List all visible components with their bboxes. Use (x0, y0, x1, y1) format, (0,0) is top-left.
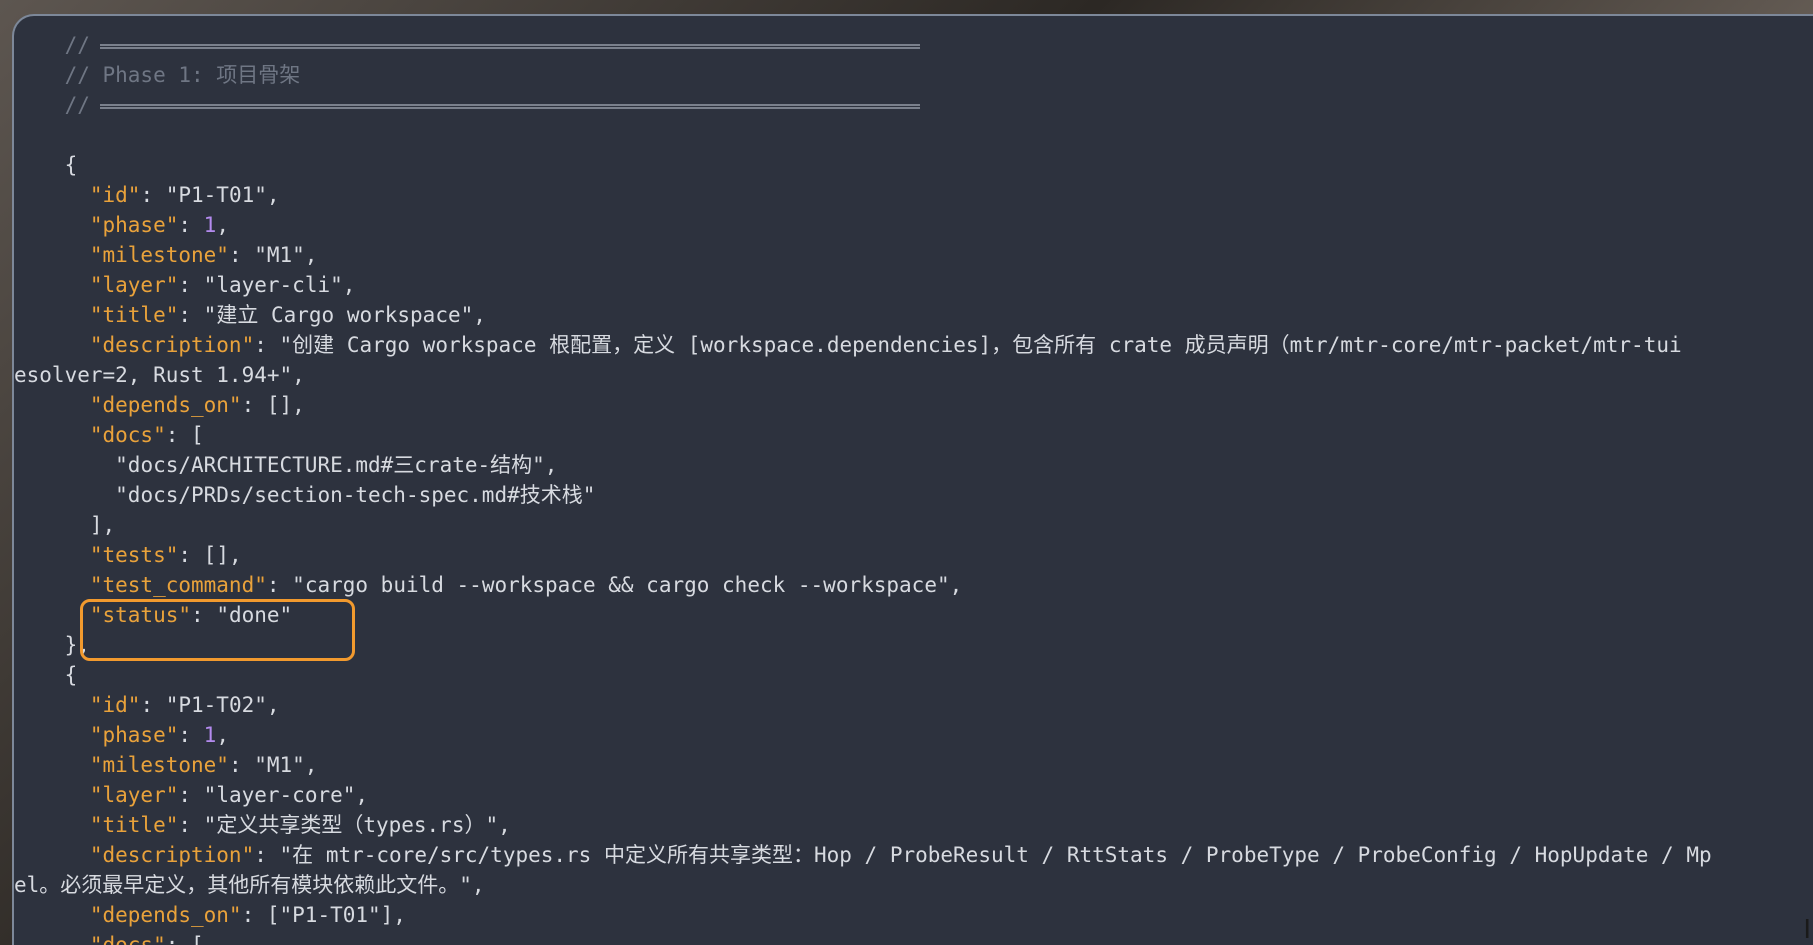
text-cursor-icon: I (1803, 915, 1811, 945)
json-value: "定义共享类型（types.rs）", (203, 813, 511, 837)
code-line: "description": "创建 Cargo workspace 根配置，定… (89, 333, 1682, 357)
code-line: "tests": [], (89, 543, 242, 567)
code-line: ], (14, 510, 1813, 540)
comment-prefix: // (64, 93, 90, 117)
code-line: // Phase 1: 项目骨架 (14, 60, 1813, 90)
code-line: "test_command": "cargo build --workspace… (89, 573, 963, 597)
json-key: "phase" (89, 213, 179, 237)
json-value: "P1-T02", (165, 693, 280, 717)
open-brace: { (64, 663, 78, 687)
code-line: "milestone": "M1", (89, 243, 318, 267)
json-key: "docs" (89, 423, 166, 447)
json-array-close: ], (89, 513, 116, 537)
json-value: [], (266, 393, 305, 417)
terminal-window[interactable]: // // Phase 1: 项目骨架 // { "id": "P1-T01",… (12, 14, 1813, 945)
code-line: "layer": "layer-core", (89, 783, 369, 807)
json-array-open: [ (191, 933, 204, 945)
code-line: "phase": 1, (89, 723, 229, 747)
code-line: esolver=2, Rust 1.94+", (14, 360, 1813, 390)
code-line: "docs/PRDs/section-tech-spec.md#技术栈" (14, 480, 1813, 510)
json-key: "tests" (89, 543, 179, 567)
code-line: "depends_on": ["P1-T01"], (89, 903, 406, 927)
comment-prefix: // (64, 33, 90, 57)
json-key: "id" (89, 183, 141, 207)
json-value: "P1-T01", (165, 183, 280, 207)
code-line: { (14, 660, 1813, 690)
code-line: "docs": [ (89, 423, 204, 447)
json-key: "depends_on" (89, 903, 242, 927)
code-line: "title": "建立 Cargo workspace", (89, 303, 486, 327)
json-value: "layer-core", (203, 783, 369, 807)
code-line: "phase": 1, (89, 213, 229, 237)
json-value: "在 mtr-core/src/types.rs 中定义所有共享类型：Hop /… (279, 843, 1712, 867)
json-value: "创建 Cargo workspace 根配置，定义 [workspace.de… (279, 333, 1682, 357)
json-value-wrap: esolver=2, Rust 1.94+", (14, 363, 305, 387)
comment-rule (99, 103, 920, 109)
code-editor[interactable]: // // Phase 1: 项目骨架 // { "id": "P1-T01",… (14, 30, 1813, 945)
json-number: 1 (203, 213, 217, 237)
json-key: "layer" (89, 273, 179, 297)
open-brace: { (64, 153, 78, 177)
status-highlight-annotation (80, 599, 355, 661)
json-key: "id" (89, 693, 141, 717)
json-value: "建立 Cargo workspace", (203, 303, 486, 327)
json-key: "milestone" (89, 753, 229, 777)
json-array-open: [ (191, 423, 204, 447)
code-line: "milestone": "M1", (89, 753, 318, 777)
json-value: "layer-cli", (203, 273, 356, 297)
json-value: "M1", (254, 243, 318, 267)
code-line: "depends_on": [], (89, 393, 305, 417)
code-line: // (14, 30, 1813, 60)
json-array-item: "docs/PRDs/section-tech-spec.md#技术栈" (115, 483, 596, 507)
code-line: { (14, 150, 1813, 180)
json-array-item: "docs/ARCHITECTURE.md#三crate-结构", (115, 453, 558, 477)
json-key: "layer" (89, 783, 179, 807)
json-value: "cargo build --workspace && cargo check … (292, 573, 963, 597)
code-line: "docs": [ (14, 930, 1813, 945)
code-line: "id": "P1-T02", (89, 693, 280, 717)
json-key: "phase" (89, 723, 179, 747)
json-value: [], (203, 543, 242, 567)
code-line: "docs/ARCHITECTURE.md#三crate-结构", (14, 450, 1813, 480)
json-value: ["P1-T01"], (266, 903, 406, 927)
json-key: "depends_on" (89, 393, 242, 417)
phase-comment: // Phase 1: 项目骨架 (64, 63, 301, 87)
comment-rule (99, 43, 920, 49)
code-line: "id": "P1-T01", (89, 183, 280, 207)
json-value: "M1", (254, 753, 318, 777)
json-key: "test_command" (89, 573, 267, 597)
json-key: "description" (89, 843, 255, 867)
json-key: "title" (89, 813, 179, 837)
json-key: "title" (89, 303, 179, 327)
code-line: "layer": "layer-cli", (89, 273, 356, 297)
code-line: // (14, 90, 1813, 120)
code-line: "description": "在 mtr-core/src/types.rs … (89, 843, 1712, 867)
json-key: "milestone" (89, 243, 229, 267)
json-key: "docs" (89, 933, 166, 945)
json-key: "description" (89, 333, 255, 357)
json-number: 1 (203, 723, 217, 747)
json-value-wrap: el。必须最早定义，其他所有模块依赖此文件。", (14, 873, 485, 897)
code-line: el。必须最早定义，其他所有模块依赖此文件。", (14, 870, 1813, 900)
code-line: "title": "定义共享类型（types.rs）", (89, 813, 511, 837)
